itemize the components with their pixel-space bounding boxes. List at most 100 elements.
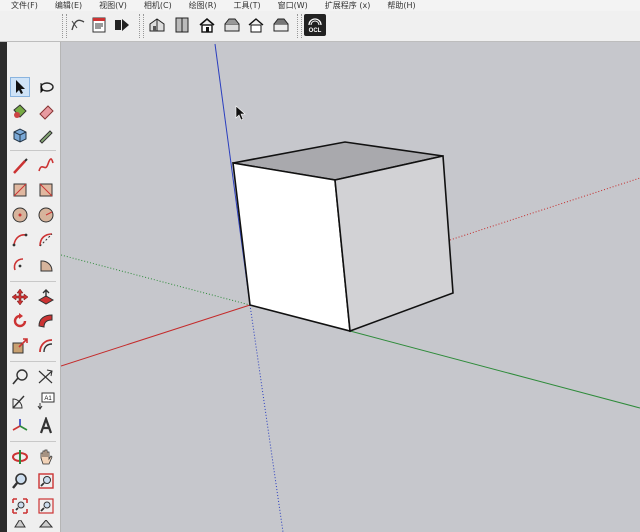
menu-help[interactable]: 帮助(H) (376, 0, 421, 11)
polygon-tool[interactable] (36, 205, 56, 225)
scenes-button[interactable] (89, 15, 109, 35)
pencil-icon (13, 158, 28, 174)
circle-icon (12, 207, 28, 223)
rotate-tool[interactable] (10, 311, 30, 331)
freehand-tool[interactable] (36, 156, 56, 176)
pan-tool[interactable] (36, 447, 56, 467)
push-pull-tool[interactable] (36, 287, 56, 307)
text-tool[interactable]: A1 (36, 391, 56, 411)
zoom-tool[interactable] (10, 471, 30, 491)
house-front-icon (199, 17, 215, 33)
rectangle-tool[interactable] (10, 180, 30, 200)
pie-icon (40, 260, 53, 272)
hand-icon (40, 449, 53, 465)
axes-tool[interactable] (10, 416, 30, 436)
dimension-tool[interactable] (36, 367, 56, 387)
menu-draw[interactable]: 绘图(R) (178, 0, 223, 11)
freehand-icon (38, 158, 54, 172)
text-tool-label: A1 (44, 396, 52, 402)
view-back-button[interactable] (246, 15, 266, 35)
model-viewport[interactable] (61, 42, 640, 532)
house-right-icon (224, 18, 240, 32)
view-top-button[interactable] (172, 15, 192, 35)
pie-tool[interactable] (36, 255, 56, 275)
previous-view-icon (38, 498, 54, 514)
move-arrows-icon (11, 288, 29, 306)
follow-me-tool[interactable] (36, 311, 56, 331)
tape-measure-tool[interactable] (10, 367, 30, 387)
menu-window[interactable]: 窗口(W) (267, 0, 314, 11)
menu-edit[interactable]: 编辑(E) (44, 0, 88, 11)
toolbar-grip[interactable] (62, 14, 67, 38)
rotate-icon (13, 313, 27, 328)
three-point-arc-tool[interactable] (10, 255, 30, 275)
position-camera-tool[interactable] (10, 520, 30, 532)
play-icon (115, 19, 129, 31)
cube-front-face[interactable] (232, 162, 351, 333)
follow-me-icon (38, 314, 53, 328)
3d-text-tool[interactable] (36, 416, 56, 436)
three-point-arc-icon (13, 258, 24, 271)
palette-divider-3 (10, 361, 56, 362)
menu-file[interactable]: 文件(F) (0, 0, 44, 11)
section-plane-button[interactable] (68, 15, 88, 35)
scale-tool[interactable] (10, 336, 30, 356)
toolbar-grip-2[interactable] (139, 14, 144, 38)
two-point-arc-tool[interactable] (36, 230, 56, 250)
orbit-select-tool[interactable] (36, 77, 56, 97)
scale-icon (12, 338, 28, 354)
look-around-icon (38, 520, 54, 528)
look-around-tool[interactable] (36, 520, 56, 532)
house-iso-icon (149, 18, 165, 32)
palette-divider-2 (10, 281, 56, 282)
view-right-button[interactable] (222, 15, 242, 35)
view-left-button[interactable] (271, 15, 291, 35)
cube[interactable] (232, 141, 454, 333)
select-tool[interactable] (10, 77, 30, 97)
house-back-icon (248, 18, 264, 33)
paint-bucket-tool[interactable] (10, 101, 30, 121)
play-button[interactable] (112, 15, 132, 35)
circle-tool[interactable] (10, 205, 30, 225)
component-tool[interactable] (10, 125, 30, 145)
protractor-tool[interactable] (10, 391, 30, 411)
orbit-tool[interactable] (10, 447, 30, 467)
house-top-icon (175, 17, 189, 33)
toolbar-spacer (0, 11, 58, 41)
menu-extensions[interactable]: 扩展程序 (x) (314, 0, 377, 11)
arc-tool[interactable] (10, 230, 30, 250)
menu-view[interactable]: 视图(V) (88, 0, 133, 11)
3d-text-icon (39, 417, 53, 434)
component-cube-icon (13, 128, 27, 143)
ocl-icon: OCL (308, 18, 322, 34)
position-camera-icon (14, 520, 26, 528)
zoom-extents-tool[interactable] (10, 496, 30, 516)
line-tool[interactable] (10, 156, 30, 176)
view-front-button[interactable] (197, 15, 217, 35)
offset-tool[interactable] (36, 336, 56, 356)
move-tool[interactable] (10, 287, 30, 307)
palette-divider-4 (10, 441, 56, 442)
rotated-rectangle-tool[interactable] (36, 180, 56, 200)
menu-bar: 文件(F) 编辑(E) 视图(V) 相机(C) 绘图(R) 工具(T) 窗口(W… (0, 0, 640, 11)
dimension-icon (38, 369, 53, 384)
eraser-icon (39, 105, 54, 120)
zoom-window-tool[interactable] (36, 471, 56, 491)
view-iso-button[interactable] (147, 15, 167, 35)
toolbar-grip-3[interactable] (297, 14, 302, 38)
eraser-tool[interactable] (36, 101, 56, 121)
zoom-window-icon (38, 473, 54, 489)
palette-divider (10, 150, 56, 151)
previous-view-tool[interactable] (36, 496, 56, 516)
orbit-icon (12, 450, 28, 464)
protractor-icon (12, 395, 25, 409)
menu-tools[interactable]: 工具(T) (223, 0, 267, 11)
offset-icon (39, 339, 53, 353)
rotated-rectangle-icon (39, 183, 53, 197)
tape-tool[interactable] (36, 125, 56, 145)
text-label-icon: A1 (37, 392, 55, 410)
zoom-extents-icon (12, 498, 28, 514)
ocl-button[interactable]: OCL (304, 14, 326, 36)
paint-bucket-icon (13, 104, 27, 118)
menu-camera[interactable]: 相机(C) (133, 0, 178, 11)
